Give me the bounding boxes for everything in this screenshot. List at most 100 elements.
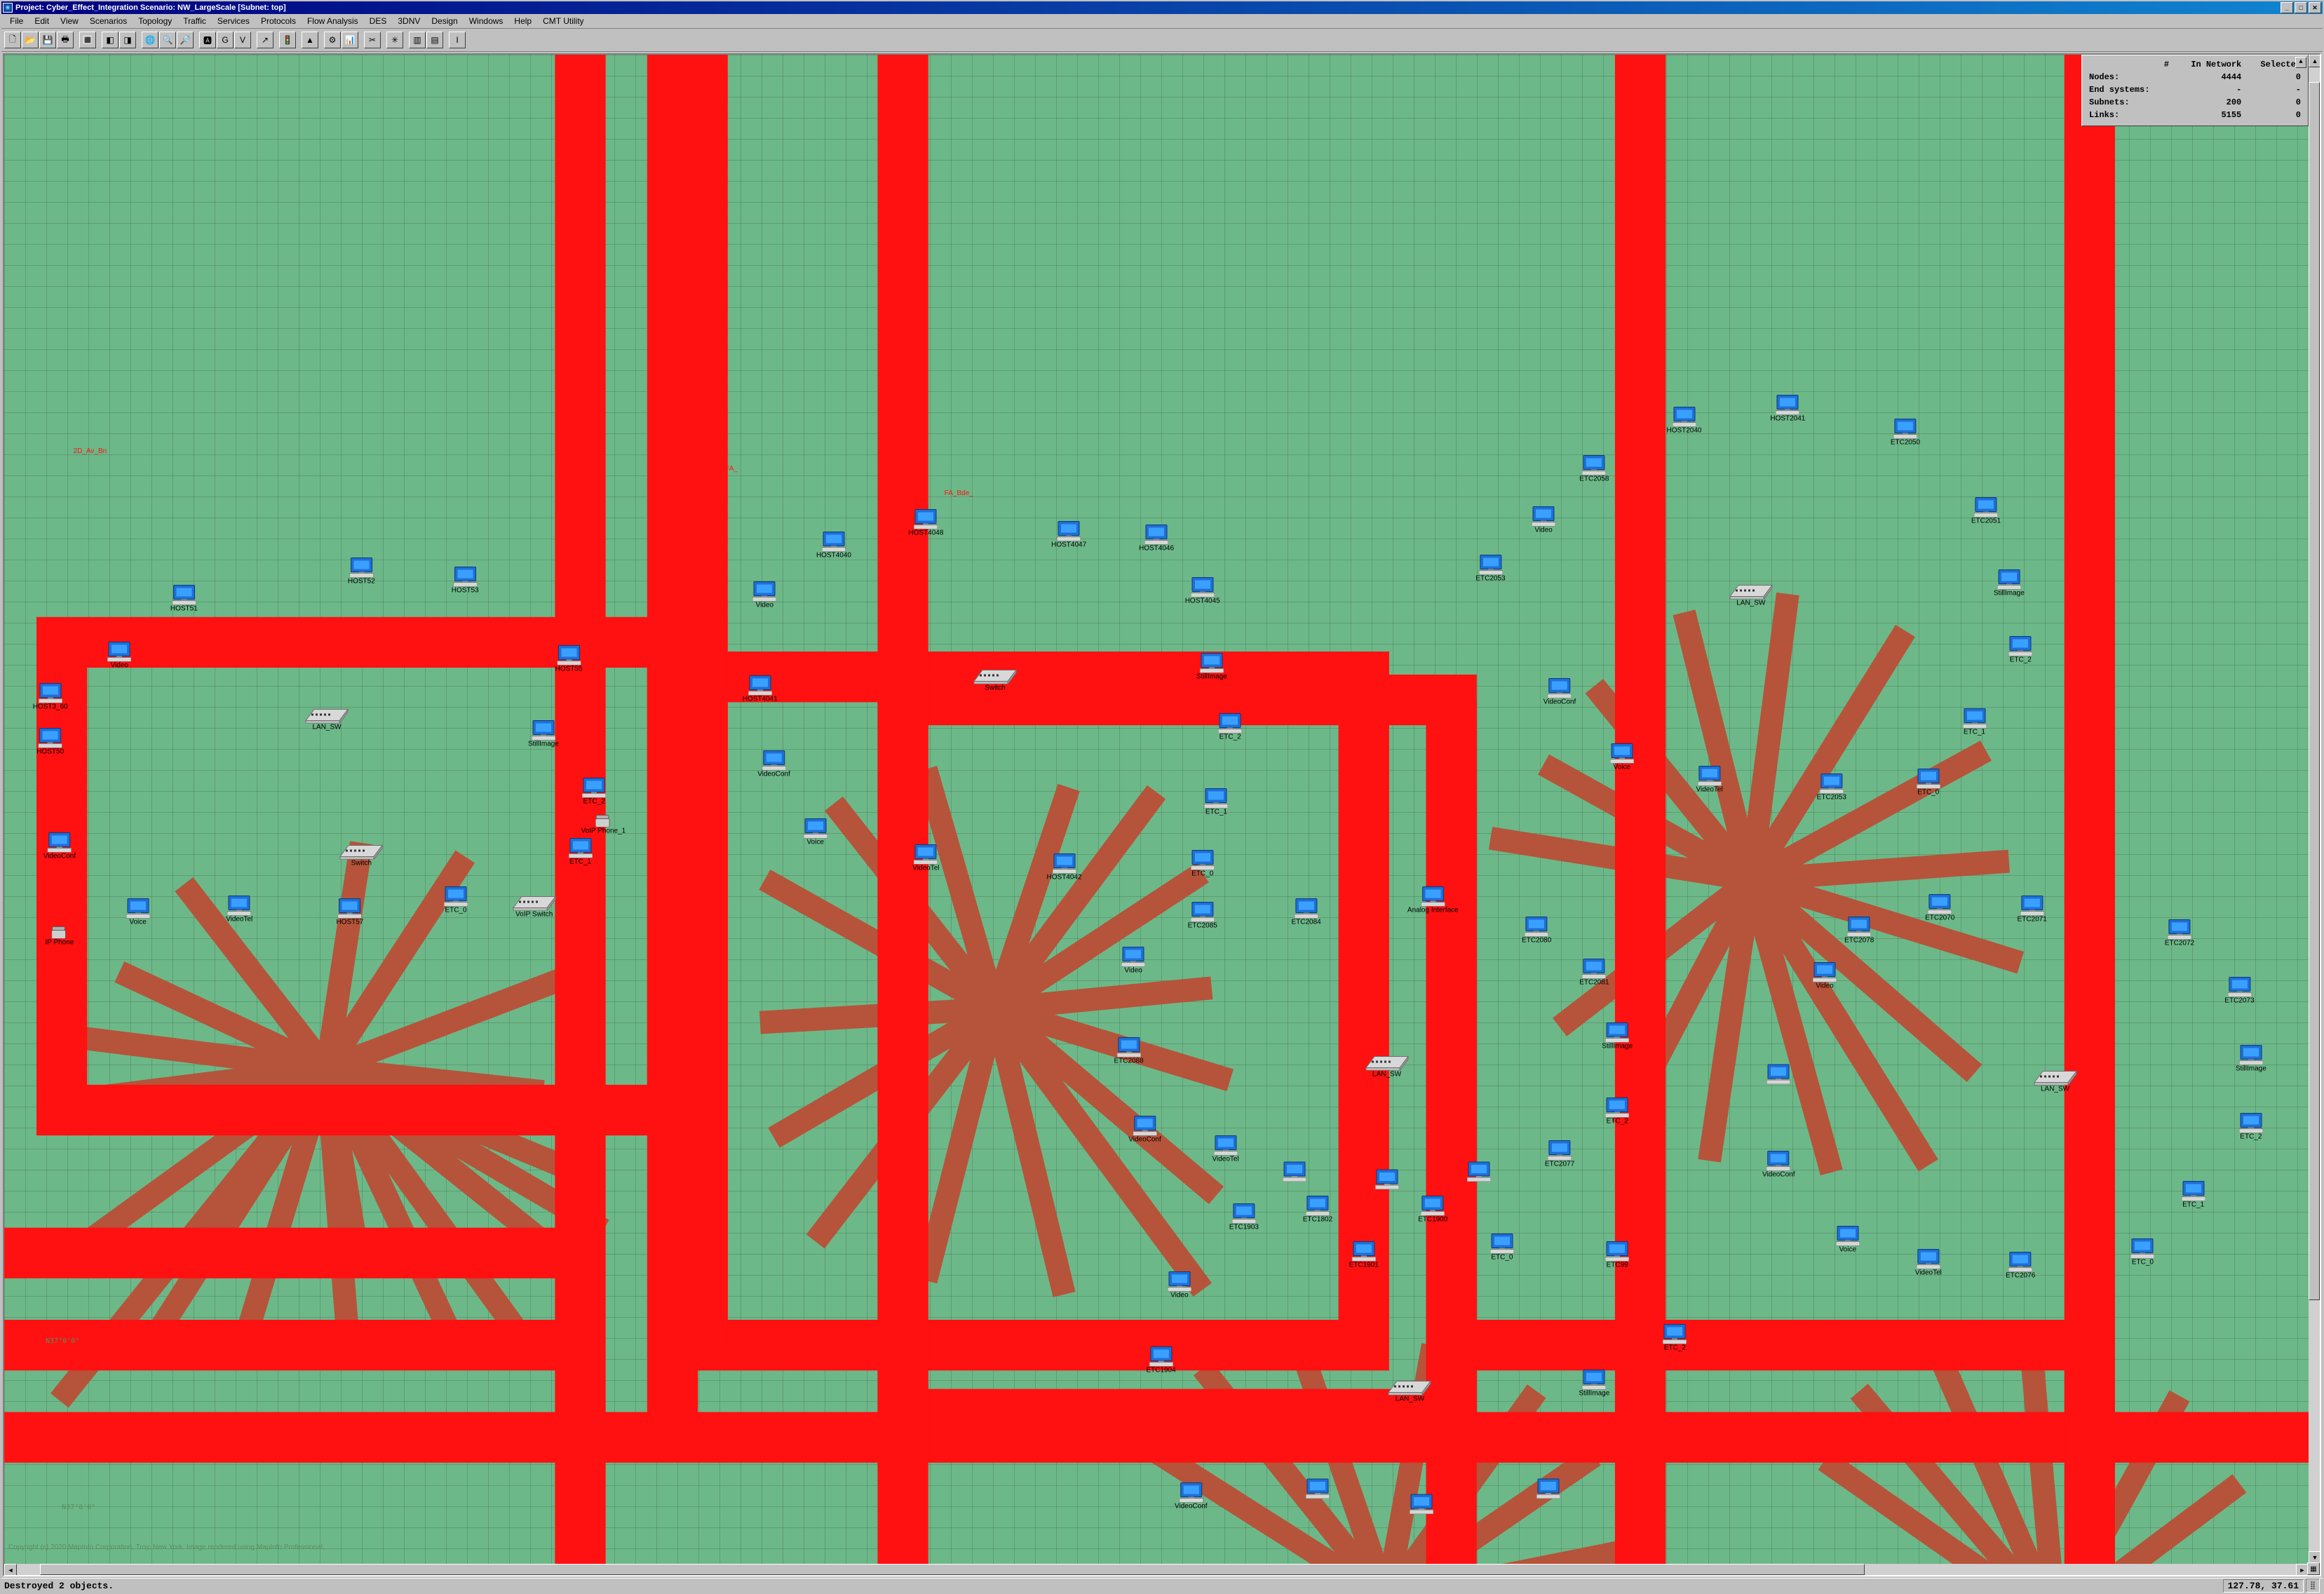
network-node[interactable]: LAN_SW bbox=[304, 706, 349, 731]
network-node[interactable]: HOST51 bbox=[170, 583, 198, 612]
network-node[interactable]: VideoConf bbox=[43, 831, 76, 860]
network-node[interactable]: ETC_2 bbox=[2239, 1112, 2263, 1140]
stats-collapse-button[interactable]: ▲ bbox=[2295, 57, 2306, 68]
tb-zoomout-icon[interactable]: 🔎 bbox=[177, 32, 194, 48]
menu-windows[interactable]: Windows bbox=[464, 15, 509, 27]
network-node[interactable]: Analog Interface bbox=[1407, 886, 1459, 914]
network-node[interactable]: Video bbox=[1121, 946, 1145, 975]
tb-traffic-icon[interactable]: 🚦 bbox=[279, 32, 296, 48]
network-canvas[interactable]: Copyright (c) 2020 MapInfo Corporation, … bbox=[4, 55, 2309, 1564]
menu-des[interactable]: DES bbox=[364, 15, 393, 27]
menu-topology[interactable]: Topology bbox=[133, 15, 177, 27]
network-node[interactable]: ETC2085 bbox=[1188, 900, 1217, 929]
network-node[interactable]: HOST50 bbox=[36, 727, 64, 756]
network-node[interactable]: VideoConf bbox=[1175, 1482, 1208, 1511]
network-node[interactable]: HOST4041 bbox=[743, 674, 778, 703]
menu-edit[interactable]: Edit bbox=[29, 15, 55, 27]
network-node[interactable]: ETC2070 bbox=[1925, 893, 1954, 921]
network-node[interactable]: ETC1900 bbox=[1418, 1195, 1447, 1224]
tb-recover-icon[interactable]: ◨ bbox=[119, 32, 136, 48]
tb-zoomin-icon[interactable]: 🔍 bbox=[159, 32, 176, 48]
network-node[interactable]: LAN_SW bbox=[1365, 1053, 1410, 1078]
tb-open-icon[interactable]: 📂 bbox=[22, 32, 39, 48]
menu-help[interactable]: Help bbox=[508, 15, 537, 27]
network-node[interactable]: VideoTel bbox=[1212, 1135, 1238, 1163]
menu-3dnv[interactable]: 3DNV bbox=[392, 15, 426, 27]
network-node[interactable]: ETC_0 bbox=[444, 886, 468, 914]
network-node[interactable]: ETC_0 bbox=[1490, 1233, 1514, 1262]
network-node[interactable]: ETC2050 bbox=[1891, 418, 1920, 447]
network-node[interactable] bbox=[1375, 1168, 1399, 1189]
network-node[interactable]: HOST4047 bbox=[1051, 520, 1086, 549]
network-node[interactable]: VideoConf bbox=[1128, 1115, 1161, 1144]
network-node[interactable]: Switch bbox=[339, 842, 384, 867]
network-node[interactable]: VoIP Switch bbox=[512, 893, 557, 918]
network-node[interactable]: Video bbox=[752, 581, 776, 609]
network-node[interactable]: ETC2081 bbox=[1579, 958, 1609, 987]
tb-objpal-icon[interactable]: 🔳 bbox=[79, 32, 96, 48]
network-node[interactable]: ETC2053 bbox=[1817, 772, 1846, 801]
network-node[interactable]: IP Phone bbox=[45, 926, 74, 946]
network-node[interactable]: ETC2071 bbox=[2018, 895, 2047, 924]
network-node[interactable]: VoIP Phone_1 bbox=[581, 814, 626, 835]
network-node[interactable] bbox=[1766, 1063, 1790, 1084]
network-node[interactable]: Video bbox=[1532, 505, 1555, 534]
network-node[interactable]: ETC2058 bbox=[1579, 454, 1609, 482]
vscroll-thumb[interactable] bbox=[2309, 82, 2320, 1300]
network-node[interactable]: ETC_1 bbox=[2182, 1180, 2205, 1208]
network-node[interactable]: ETC2084 bbox=[1291, 898, 1320, 926]
network-node[interactable]: VideoTel bbox=[1915, 1248, 1942, 1276]
network-node[interactable]: HOST2040 bbox=[1666, 405, 1701, 434]
network-node[interactable]: ETC_2 bbox=[1218, 712, 1242, 741]
network-node[interactable]: Video bbox=[107, 641, 131, 670]
maximize-button[interactable]: □ bbox=[2295, 2, 2307, 13]
tb-report2-icon[interactable]: ▤ bbox=[426, 32, 443, 48]
network-node[interactable]: VideoConf bbox=[757, 750, 790, 778]
menu-flow-analysis[interactable]: Flow Analysis bbox=[302, 15, 364, 27]
tb-textbox-icon[interactable]: I bbox=[449, 32, 466, 48]
network-node[interactable]: HOST4048 bbox=[908, 508, 943, 537]
tb-topo-icon[interactable]: ✳ bbox=[386, 32, 403, 48]
network-node[interactable]: HOST2041 bbox=[1770, 393, 1805, 422]
network-node[interactable]: HOST55 bbox=[555, 644, 583, 673]
menu-cmt-utility[interactable]: CMT Utility bbox=[537, 15, 589, 27]
tb-da-icon[interactable]: ▲ bbox=[302, 32, 318, 48]
network-node[interactable] bbox=[1306, 1478, 1330, 1499]
network-node[interactable]: ETC2051 bbox=[1971, 496, 2001, 525]
vscroll-track[interactable] bbox=[2309, 67, 2320, 1551]
tb-new-icon[interactable]: 🗋 bbox=[4, 32, 21, 48]
network-node[interactable]: VideoTel bbox=[912, 843, 939, 872]
network-node[interactable]: ETC_2 bbox=[2008, 635, 2032, 663]
network-node[interactable]: ETC99 bbox=[1605, 1240, 1629, 1269]
network-node[interactable]: ETC2080 bbox=[1522, 916, 1551, 945]
network-node[interactable]: ETC2078 bbox=[1844, 916, 1874, 945]
tb-back-icon[interactable]: 🌐 bbox=[142, 32, 158, 48]
tb-gif-icon[interactable]: G bbox=[217, 32, 234, 48]
scroll-left-button[interactable]: ◄ bbox=[4, 1564, 17, 1576]
network-node[interactable]: ETC2088 bbox=[1114, 1036, 1143, 1065]
close-button[interactable]: ✕ bbox=[2309, 2, 2321, 13]
network-node[interactable]: ETC2076 bbox=[2006, 1250, 2035, 1279]
network-node[interactable]: StillImage bbox=[528, 720, 559, 748]
menu-protocols[interactable]: Protocols bbox=[255, 15, 302, 27]
network-node[interactable]: HOST57 bbox=[336, 898, 363, 926]
network-node[interactable]: VideoTel bbox=[1696, 764, 1723, 793]
network-node[interactable]: ETC2073 bbox=[2224, 976, 2254, 1005]
network-node[interactable]: ETC1802 bbox=[1303, 1195, 1332, 1224]
network-node[interactable]: ETC_1 bbox=[1204, 788, 1228, 816]
network-node[interactable]: HOST4046 bbox=[1139, 523, 1174, 552]
network-node[interactable] bbox=[1467, 1161, 1491, 1182]
network-node[interactable]: HOST4045 bbox=[1185, 576, 1220, 604]
network-node[interactable]: HOST53 bbox=[452, 565, 479, 594]
tb-run-icon[interactable]: ⚙ bbox=[324, 32, 341, 48]
tb-vne-icon[interactable]: V bbox=[234, 32, 251, 48]
canvas-vertical-scrollbar[interactable]: ▲ ▼ bbox=[2309, 55, 2320, 1564]
menu-design[interactable]: Design bbox=[426, 15, 463, 27]
network-node[interactable]: ETC2072 bbox=[2165, 919, 2194, 947]
network-node[interactable]: Voice bbox=[804, 818, 827, 846]
tb-save-icon[interactable]: 💾 bbox=[39, 32, 56, 48]
network-node[interactable]: Video bbox=[1813, 961, 1837, 990]
hscroll-track[interactable] bbox=[17, 1564, 2296, 1575]
network-node[interactable] bbox=[1410, 1493, 1433, 1514]
network-node[interactable]: ETC1901 bbox=[1349, 1240, 1379, 1269]
